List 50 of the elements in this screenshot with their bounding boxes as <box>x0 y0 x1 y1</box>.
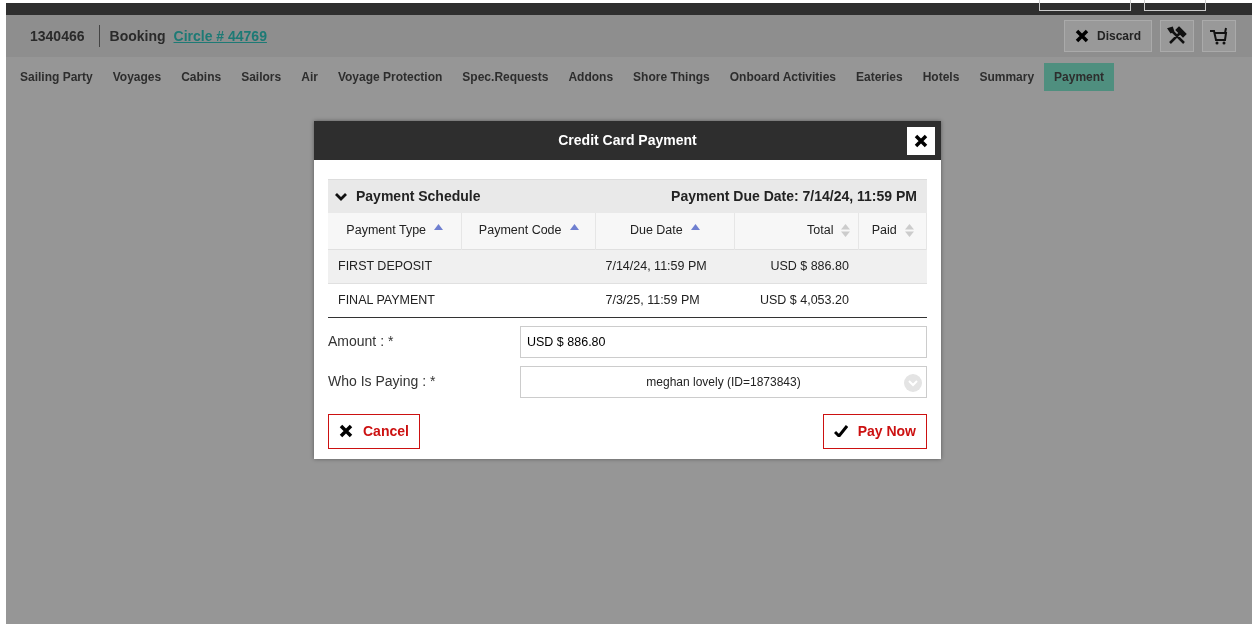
payer-dropdown[interactable]: meghan lovely (ID=1873843) <box>520 365 927 398</box>
tools-button[interactable] <box>1160 20 1194 52</box>
amount-label: Amount : * <box>328 332 395 351</box>
amount-field[interactable]: USD $ 886.80 <box>520 325 927 358</box>
table-cell: 7/3/25, 11:59 PM <box>605 292 700 307</box>
payment-due-date: Payment Due Date: 7/14/24, 11:59 PM <box>671 187 917 206</box>
table-cell: FINAL PAYMENT <box>338 292 435 307</box>
table-cell: 7/14/24, 11:59 PM <box>605 258 707 273</box>
discard-button[interactable]: Discard <box>1063 20 1152 52</box>
column-header[interactable]: Due Date <box>595 213 735 249</box>
column-header[interactable]: Payment Type <box>328 213 462 249</box>
nav-tab[interactable]: Voyage Protection <box>327 63 453 91</box>
column-header[interactable]: Total <box>734 213 859 249</box>
nav-tab[interactable]: Air <box>291 63 328 91</box>
tools-icon <box>1167 26 1187 46</box>
close-icon <box>339 424 353 438</box>
cart-button[interactable] <box>1202 20 1236 52</box>
nav-tab[interactable]: Addons <box>558 63 624 91</box>
nav-tab[interactable]: Spec.Requests <box>452 63 559 91</box>
nav-tab[interactable]: Sailors <box>231 63 292 91</box>
table-cell: USD $ 886.80 <box>770 258 849 273</box>
check-icon <box>833 425 848 437</box>
column-header[interactable]: Payment Code <box>461 213 596 249</box>
nav-tab[interactable]: Shore Things <box>623 63 720 91</box>
chevron-down-icon[interactable] <box>334 191 348 202</box>
pay-now-button[interactable]: Pay Now <box>822 413 927 449</box>
chevron-down-icon <box>904 373 922 392</box>
dialog-title: Credit Card Payment <box>558 131 697 150</box>
nav-tab[interactable]: Voyages <box>102 63 172 91</box>
schedule-title: Payment Schedule <box>356 187 481 206</box>
nav-tab[interactable]: Hotels <box>912 63 970 91</box>
table-cell: USD $ 4,053.20 <box>759 292 849 307</box>
header-button[interactable] <box>1039 0 1131 11</box>
nav-tab[interactable]: Summary <box>969 63 1045 91</box>
nav-tab[interactable]: Eateries <box>846 63 913 91</box>
nav-tab[interactable]: Sailing Party <box>10 63 103 91</box>
close-button[interactable] <box>907 127 935 155</box>
payer-label: Who Is Paying : * <box>328 372 437 391</box>
header-button[interactable] <box>1144 0 1206 11</box>
cart-icon <box>1209 26 1229 46</box>
nav-tab[interactable]: Cabins <box>171 63 232 91</box>
booking-number: 1340466 <box>30 26 85 46</box>
column-header[interactable]: Paid <box>858 213 927 249</box>
close-icon <box>914 134 928 148</box>
table-cell: FIRST DEPOSIT <box>338 258 433 273</box>
cancel-button[interactable]: Cancel <box>328 413 420 449</box>
booking-label: Booking <box>109 26 166 46</box>
nav-tab[interactable]: Onboard Activities <box>719 63 846 91</box>
close-icon <box>1074 29 1089 43</box>
nav-tab[interactable]: Payment <box>1044 63 1115 91</box>
